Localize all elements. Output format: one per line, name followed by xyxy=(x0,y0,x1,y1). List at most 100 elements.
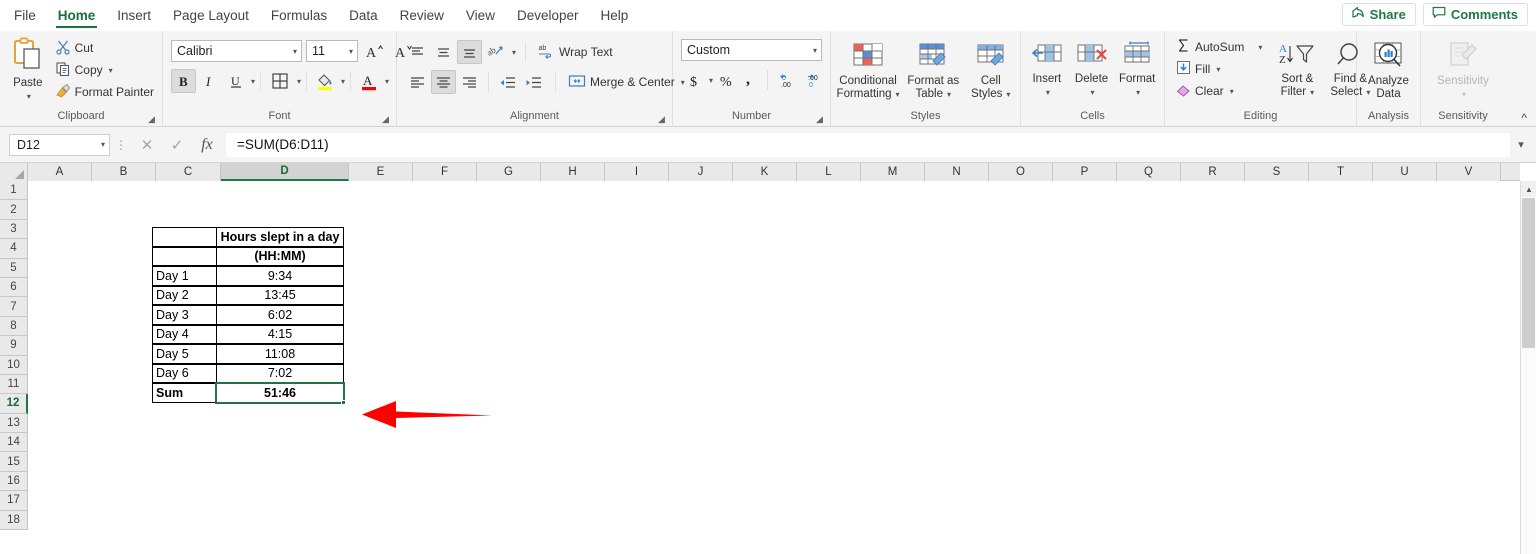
font-name-combo[interactable]: Calibri ▾ xyxy=(171,40,302,62)
confirm-edit-icon[interactable]: ✓ xyxy=(162,133,192,157)
row-header-18[interactable]: 18 xyxy=(0,510,28,531)
number-format-chevron-down-icon[interactable]: ▾ xyxy=(813,46,817,55)
tab-insert[interactable]: Insert xyxy=(106,0,162,31)
column-header-M[interactable]: M xyxy=(861,163,925,181)
column-header-R[interactable]: R xyxy=(1181,163,1245,181)
cell-C7[interactable]: Day 2 xyxy=(152,285,217,305)
fill-button[interactable]: Fill ▾ xyxy=(1173,58,1265,80)
cell-C8[interactable]: Day 3 xyxy=(152,305,217,325)
conditional-formatting-button[interactable]: Conditional Formatting ▾ xyxy=(836,38,900,101)
row-header-14[interactable]: 14 xyxy=(0,433,28,453)
comma-format-button[interactable]: , xyxy=(739,68,761,92)
column-header-S[interactable]: S xyxy=(1245,163,1309,181)
tab-help[interactable]: Help xyxy=(590,0,640,31)
row-header-9[interactable]: 9 xyxy=(0,336,28,356)
wrap-text-button[interactable]: ab Wrap Text xyxy=(535,41,616,63)
row-header-2[interactable]: 2 xyxy=(0,200,28,220)
merge-center-button[interactable]: Merge & Center ▾ xyxy=(565,71,688,93)
row-header-1[interactable]: 1 xyxy=(0,181,28,201)
number-dialog-launcher[interactable]: ◢ xyxy=(814,114,825,125)
fill-color-chevron-down-icon[interactable]: ▾ xyxy=(341,77,345,86)
name-box-chevron-down-icon[interactable]: ▾ xyxy=(101,140,105,149)
paste-chevron-down-icon[interactable]: ▾ xyxy=(27,90,31,103)
row-header-5[interactable]: 5 xyxy=(0,258,28,278)
select-all-corner[interactable] xyxy=(0,163,28,181)
tab-review[interactable]: Review xyxy=(389,0,455,31)
clear-button[interactable]: Clear ▾ xyxy=(1173,80,1265,102)
column-header-C[interactable]: C xyxy=(156,163,221,181)
font-color-button[interactable]: A xyxy=(356,69,382,93)
row-header-4[interactable]: 4 xyxy=(0,239,28,259)
scroll-up-button[interactable]: ▲ xyxy=(1521,181,1536,197)
increase-indent-button[interactable] xyxy=(521,70,546,94)
borders-chevron-down-icon[interactable]: ▾ xyxy=(297,77,301,86)
sort-filter-chevron-down-icon[interactable]: ▾ xyxy=(1310,86,1314,99)
align-right-button[interactable] xyxy=(457,70,482,94)
sensitivity-chevron-down-icon[interactable]: ▾ xyxy=(1462,88,1466,101)
column-header-B[interactable]: B xyxy=(92,163,156,181)
tab-developer[interactable]: Developer xyxy=(506,0,590,31)
format-as-table-button[interactable]: Format as Table ▾ xyxy=(906,38,960,101)
borders-button[interactable] xyxy=(266,69,294,93)
column-header-L[interactable]: L xyxy=(797,163,861,181)
insert-cells-button[interactable]: Insert ▾ xyxy=(1026,38,1068,99)
cell-C11[interactable]: Day 6 xyxy=(152,363,217,383)
cancel-edit-icon[interactable]: ✕ xyxy=(132,133,162,157)
cell-D12[interactable]: 51:46 xyxy=(216,383,344,403)
share-button[interactable]: Share xyxy=(1341,3,1416,26)
delete-cells-button[interactable]: Delete ▾ xyxy=(1070,38,1114,99)
fill-color-button[interactable] xyxy=(312,69,338,93)
fill-chevron-down-icon[interactable]: ▾ xyxy=(1216,65,1220,74)
tab-home[interactable]: Home xyxy=(47,0,107,31)
format-cells-button[interactable]: Format ▾ xyxy=(1115,38,1159,99)
fill-handle[interactable] xyxy=(341,400,346,405)
cell-C9[interactable]: Day 4 xyxy=(152,324,217,344)
collapse-ribbon-button[interactable]: ^ xyxy=(1521,111,1527,125)
font-size-combo[interactable]: 11 ▾ xyxy=(306,40,358,62)
alignment-dialog-launcher[interactable]: ◢ xyxy=(656,114,667,125)
paste-button[interactable]: Paste ▾ xyxy=(8,34,48,103)
orientation-button[interactable]: ab xyxy=(483,40,509,64)
cell-D9[interactable]: 4:15 xyxy=(216,324,344,344)
formula-bar-more-icon[interactable]: ⋮ xyxy=(110,138,132,152)
tab-page-layout[interactable]: Page Layout xyxy=(162,0,260,31)
cell-D10[interactable]: 11:08 xyxy=(216,344,344,364)
row-header-7[interactable]: 7 xyxy=(0,297,28,317)
align-bottom-button[interactable] xyxy=(457,40,482,64)
insert-cells-chevron-down-icon[interactable]: ▾ xyxy=(1046,86,1050,99)
increase-decimal-button[interactable]: 0.00 xyxy=(774,68,800,92)
column-header-J[interactable]: J xyxy=(669,163,733,181)
cell-C12[interactable]: Sum xyxy=(152,383,217,403)
row-header-16[interactable]: 16 xyxy=(0,471,28,492)
comments-button[interactable]: Comments xyxy=(1422,3,1528,26)
row-header-12[interactable]: 12 xyxy=(0,394,28,414)
column-header-I[interactable]: I xyxy=(605,163,669,181)
column-header-F[interactable]: F xyxy=(413,163,477,181)
column-header-O[interactable]: O xyxy=(989,163,1053,181)
format-cells-chevron-down-icon[interactable]: ▾ xyxy=(1136,86,1140,99)
percent-format-button[interactable]: % xyxy=(714,68,738,92)
cell-C10[interactable]: Day 5 xyxy=(152,344,217,364)
cell-C6[interactable]: Day 1 xyxy=(152,266,217,286)
column-header-U[interactable]: U xyxy=(1373,163,1437,181)
font-name-chevron-down-icon[interactable]: ▾ xyxy=(293,47,297,56)
font-size-chevron-down-icon[interactable]: ▾ xyxy=(349,47,353,56)
number-format-combo[interactable]: Custom ▾ xyxy=(681,39,822,61)
align-middle-button[interactable] xyxy=(431,40,456,64)
formula-input[interactable]: =SUM(D6:D11) xyxy=(226,132,1510,157)
tab-formulas[interactable]: Formulas xyxy=(260,0,338,31)
bold-button[interactable]: B xyxy=(171,69,196,93)
align-top-button[interactable] xyxy=(405,40,430,64)
column-header-G[interactable]: G xyxy=(477,163,541,181)
column-header-A[interactable]: A xyxy=(28,163,92,181)
accounting-chevron-down-icon[interactable]: ▾ xyxy=(709,76,713,85)
vertical-scrollbar-thumb[interactable] xyxy=(1522,198,1535,348)
tab-data[interactable]: Data xyxy=(338,0,389,31)
column-header-K[interactable]: K xyxy=(733,163,797,181)
clipboard-dialog-launcher[interactable]: ◢ xyxy=(146,114,157,125)
column-header-D[interactable]: D xyxy=(221,163,349,181)
cell-styles-button[interactable]: Cell Styles ▾ xyxy=(966,38,1015,101)
name-box[interactable]: D12 ▾ xyxy=(9,133,110,156)
sort-filter-button[interactable]: A Z Sort & Filter ▾ xyxy=(1271,38,1323,99)
vertical-scrollbar[interactable]: ▲ xyxy=(1520,181,1536,554)
